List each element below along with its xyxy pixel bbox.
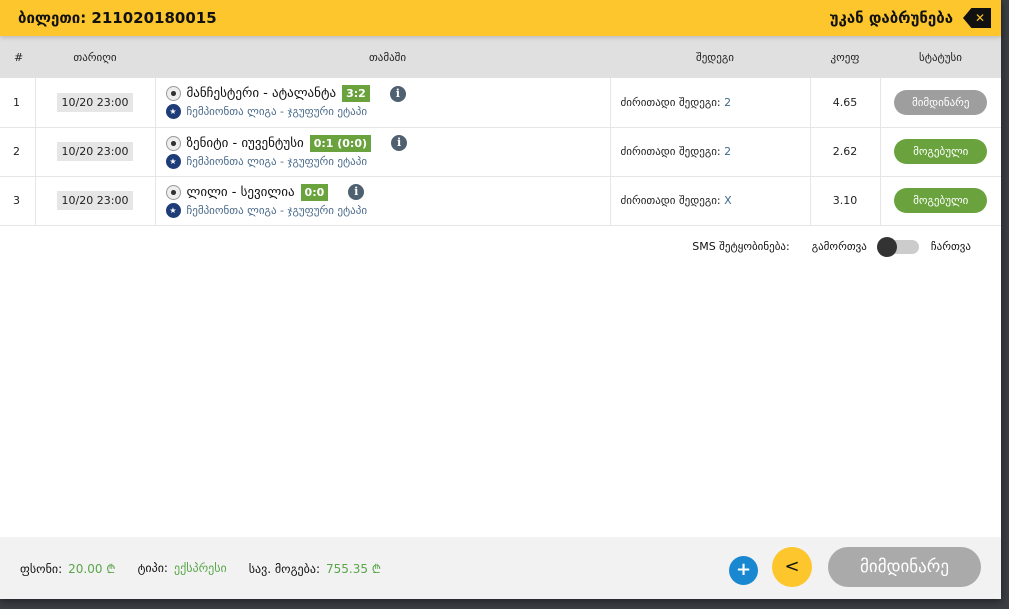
match-date: 10/20 23:00 <box>56 92 134 112</box>
max-win-label: სავ. მოგება: <box>248 561 320 576</box>
table-row: 3 10/20 23:00 ლილი - სევილია 0:0 i ★ ჩემპიო… <box>0 176 1001 226</box>
stake-value: 20.00 ₾ <box>68 561 116 576</box>
col-status: სტატუსი <box>880 36 1001 78</box>
table-row: 2 10/20 23:00 ზენიტი - იუვენტუსი 0:1 (0:0… <box>0 127 1001 177</box>
score-badge: 0:0 <box>300 183 329 201</box>
match-date: 10/20 23:00 <box>56 191 134 210</box>
result-cell: ძირითადი შედეგი: 2 <box>610 78 811 128</box>
game-cell: ზენიტი - იუვენტუსი 0:1 (0:0) i ★ ჩემპიონთა … <box>155 127 611 177</box>
match-name[interactable]: მანჩესტერი - ატალანტა <box>187 86 337 101</box>
coef: 4.65 <box>810 78 881 128</box>
col-date: თარიღი <box>35 36 155 78</box>
result-label: ძირითადი შედეგი: <box>620 95 721 109</box>
info-icon[interactable]: i <box>348 184 365 200</box>
soccer-ball-icon <box>165 184 181 200</box>
champions-league-icon: ★ <box>165 104 181 120</box>
result-pick: 2 <box>724 145 732 158</box>
game-cell: ლილი - სევილია 0:0 i ★ ჩემპიონთა ლიგა - ჯგუ… <box>155 176 611 226</box>
date-cell: 10/20 23:00 <box>35 78 156 128</box>
info-icon[interactable]: i <box>391 135 408 151</box>
back-button[interactable]: უკან დაბრუნება ✕ <box>830 8 991 28</box>
col-result: შედეგი <box>610 36 810 78</box>
status-badge: მიმდინარე <box>894 89 988 115</box>
match-date: 10/20 23:00 <box>56 142 134 161</box>
result-label: ძირითადი შედეგი: <box>620 194 721 207</box>
modal-header: ბილეთი: 211020180015 უკან დაბრუნება ✕ <box>0 0 1001 36</box>
sms-off-label: გამორთვა <box>811 240 867 253</box>
stake: ფსონი: 20.00 ₾ <box>20 560 116 577</box>
date-cell: 10/20 23:00 <box>35 176 156 226</box>
stake-label: ფსონი: <box>20 561 63 576</box>
soccer-ball-icon <box>165 135 181 151</box>
league-name: ჩემპიონთა ლიგა - ჯგუფური ეტაპი <box>186 203 368 217</box>
ticket-status-button[interactable]: მიმდინარე <box>828 547 981 587</box>
back-label: უკან დაბრუნება <box>829 9 953 27</box>
ticket-modal: ბილეთი: 211020180015 უკან დაბრუნება ✕ # … <box>0 0 1001 599</box>
sms-toggle[interactable] <box>876 236 919 257</box>
result-cell: ძირითადი შედეგი: 2 <box>610 127 811 177</box>
status-badge: მოგებული <box>894 139 988 164</box>
soccer-ball-icon <box>165 86 181 102</box>
status-cell: მოგებული <box>880 127 1001 177</box>
match-name[interactable]: ლილი - სევილია <box>187 185 295 200</box>
score-badge: 3:2 <box>342 85 370 103</box>
type-label: ტიპი: <box>137 561 168 575</box>
bet-type: ტიპი: ექსპრესი <box>138 561 227 575</box>
ticket-id: ბილეთი: 211020180015 <box>18 9 217 27</box>
champions-league-icon: ★ <box>165 202 181 218</box>
row-number: 3 <box>0 176 36 226</box>
close-icon[interactable]: ✕ <box>963 8 991 28</box>
max-win: სავ. მოგება: 755.35 ₾ <box>249 560 381 577</box>
col-coef: კოეფ <box>810 36 880 78</box>
row-number: 2 <box>0 127 36 177</box>
sms-notifications: SMS შეტყობინება: გამორთვა ჩართვა <box>0 226 1001 257</box>
date-cell: 10/20 23:00 <box>35 127 156 177</box>
league-name: ჩემპიონთა ლიგა - ჯგუფური ეტაპი <box>186 154 368 168</box>
bets-table: # თარიღი თამაში შედეგი კოეფ სტატუსი 1 10… <box>0 36 1001 226</box>
col-number: # <box>0 36 35 78</box>
result-pick: 2 <box>724 95 732 109</box>
row-number: 1 <box>0 78 36 128</box>
champions-league-icon: ★ <box>165 153 181 169</box>
coef: 3.10 <box>810 176 881 226</box>
sms-label: SMS შეტყობინება: <box>692 240 790 253</box>
sms-on-label: ჩართვა <box>930 240 971 253</box>
match-name[interactable]: ზენიტი - იუვენტუსი <box>187 136 304 151</box>
type-value: ექსპრესი <box>173 561 227 575</box>
result-cell: ძირითადი შედეგი: X <box>610 176 811 226</box>
status-badge: მოგებული <box>894 188 988 213</box>
result-pick: X <box>724 194 732 207</box>
share-icon[interactable]: < <box>772 547 812 587</box>
game-cell: მანჩესტერი - ატალანტა 3:2 i ★ ჩემპიონთა ლიგ… <box>155 78 611 128</box>
info-icon[interactable]: i <box>389 85 406 102</box>
table-row: 1 10/20 23:00 მანჩესტერი - ატალანტა 3:2 i … <box>0 78 1001 128</box>
score-badge: 0:1 (0:0) <box>309 134 372 152</box>
col-game: თამაში <box>155 36 610 78</box>
result-label: ძირითადი შედეგი: <box>620 145 721 158</box>
coef: 2.62 <box>810 127 881 177</box>
league-name: ჩემპიონთა ლიგა - ჯგუფური ეტაპი <box>186 105 368 119</box>
add-button[interactable]: + <box>729 556 758 585</box>
modal-footer: ფსონი: 20.00 ₾ ტიპი: ექსპრესი სავ. მოგება:… <box>0 537 1001 599</box>
status-cell: მოგებული <box>880 176 1001 226</box>
max-win-value: 755.35 ₾ <box>325 561 382 576</box>
status-cell: მიმდინარე <box>880 78 1001 128</box>
